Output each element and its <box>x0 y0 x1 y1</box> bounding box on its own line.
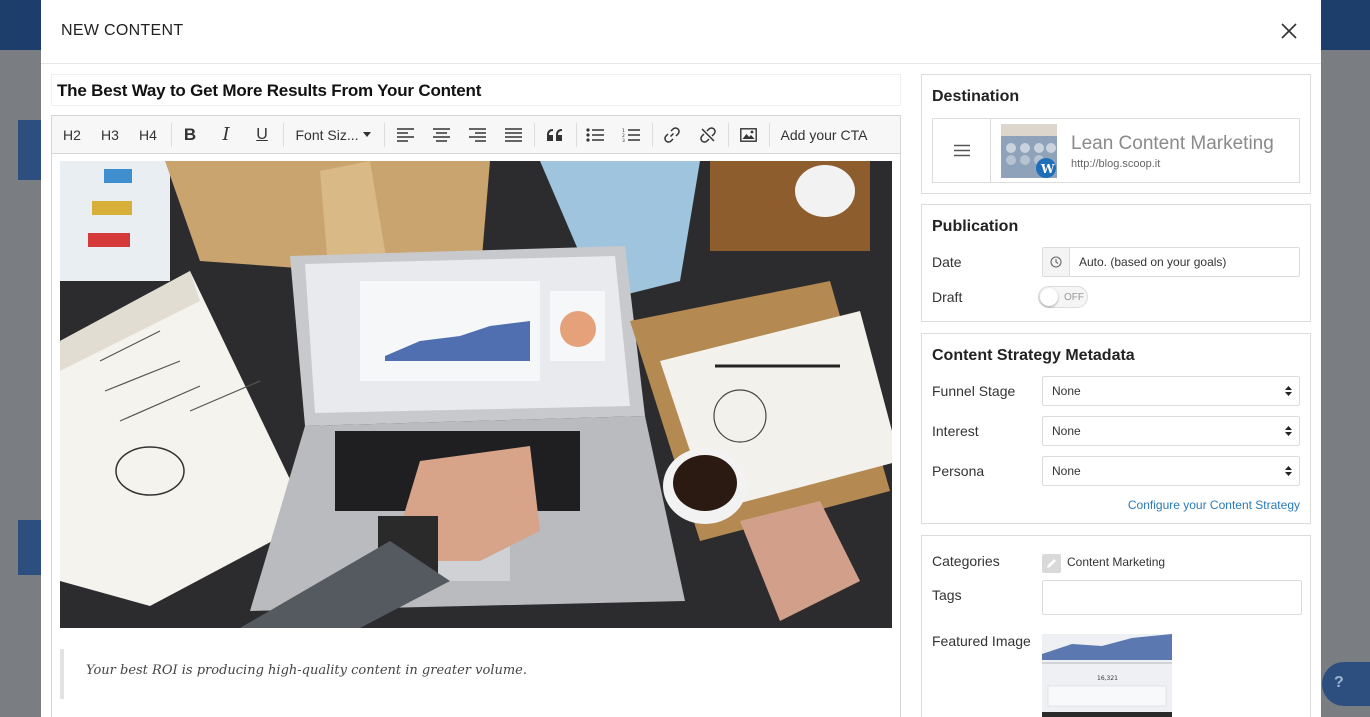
interest-value: None <box>1052 424 1081 438</box>
hamburger-menu-icon[interactable] <box>933 119 991 182</box>
date-value: Auto. (based on your goals) <box>1079 255 1227 269</box>
modal-title: NEW CONTENT <box>61 22 184 39</box>
draft-label: Draft <box>932 289 963 305</box>
editor-toolbar: H2 H3 H4 B I U Font Siz... 1 2 3 Add you… <box>52 116 900 154</box>
svg-text:3: 3 <box>622 138 625 142</box>
draft-state: OFF <box>1064 292 1084 303</box>
svg-text:16,321: 16,321 <box>1097 675 1118 682</box>
featured-image-label: Featured Image <box>932 633 1031 649</box>
add-cta-button[interactable]: Add your CTA <box>776 116 872 153</box>
toggle-knob <box>1040 288 1058 306</box>
content-image[interactable] <box>60 161 892 628</box>
date-label: Date <box>932 254 962 270</box>
select-arrows-icon <box>1285 385 1292 400</box>
numbered-list-icon[interactable]: 123 <box>618 116 644 153</box>
destination-name: Lean Content Marketing <box>1071 133 1274 154</box>
bullet-list-icon[interactable] <box>582 116 608 153</box>
close-icon[interactable] <box>1279 21 1299 41</box>
strategy-panel: Content Strategy Metadata Funnel Stage N… <box>921 333 1311 524</box>
bold-button[interactable]: B <box>176 116 204 153</box>
font-size-label: Font Siz... <box>295 126 359 143</box>
tags-input[interactable] <box>1042 580 1302 615</box>
align-center-icon[interactable] <box>428 116 454 153</box>
interest-label: Interest <box>932 423 979 439</box>
unlink-icon[interactable] <box>695 116 721 153</box>
configure-strategy-link[interactable]: Configure your Content Strategy <box>1128 498 1300 512</box>
image-icon[interactable] <box>735 116 761 153</box>
strategy-title: Content Strategy Metadata <box>932 347 1135 364</box>
background-left-strip <box>0 50 41 717</box>
tags-label: Tags <box>932 587 962 603</box>
categories-label: Categories <box>932 553 1000 569</box>
persona-select[interactable]: None <box>1042 456 1300 486</box>
publication-panel: Publication Date Auto. (based on your go… <box>921 204 1311 322</box>
destination-url: http://blog.scoop.it <box>1071 158 1161 170</box>
destination-thumbnail: W <box>1001 124 1057 178</box>
h4-button[interactable]: H4 <box>132 116 164 153</box>
rich-text-editor[interactable]: H2 H3 H4 B I U Font Siz... 1 2 3 Add you… <box>51 115 901 717</box>
caret-down-icon <box>362 131 371 138</box>
select-arrows-icon <box>1285 425 1292 440</box>
background-right-strip <box>1321 50 1370 717</box>
svg-text:W: W <box>1040 162 1055 176</box>
h3-button[interactable]: H3 <box>94 116 126 153</box>
funnel-stage-select[interactable]: None <box>1042 376 1300 406</box>
funnel-label: Funnel Stage <box>932 383 1016 399</box>
category-label: Content Marketing <box>1067 555 1166 569</box>
align-right-icon[interactable] <box>464 116 490 153</box>
align-justify-icon[interactable] <box>500 116 526 153</box>
help-bubble: ? <box>1322 662 1370 706</box>
new-content-modal: NEW CONTENT The Best Way to Get More Res… <box>41 0 1321 717</box>
persona-value: None <box>1052 464 1081 478</box>
quote-icon[interactable] <box>542 116 568 153</box>
content-title-input[interactable]: The Best Way to Get More Results From Yo… <box>51 74 901 106</box>
h2-button[interactable]: H2 <box>56 116 88 153</box>
modal-header: NEW CONTENT <box>41 0 1321 64</box>
date-field[interactable]: Auto. (based on your goals) <box>1042 247 1300 277</box>
taxonomy-panel: Categories Content Marketing Tags Featur… <box>921 535 1311 717</box>
link-icon[interactable] <box>659 116 685 153</box>
persona-label: Persona <box>932 463 985 479</box>
select-arrows-icon <box>1285 465 1292 480</box>
publication-title: Publication <box>932 218 1019 235</box>
interest-select[interactable]: None <box>1042 416 1300 446</box>
destination-card[interactable]: W Lean Content Marketing http://blog.sco… <box>932 118 1300 183</box>
underline-button[interactable]: U <box>248 116 276 153</box>
featured-image-thumbnail[interactable]: 16,321 <box>1042 634 1172 717</box>
italic-button[interactable]: I <box>212 116 240 153</box>
funnel-value: None <box>1052 384 1081 398</box>
font-size-dropdown[interactable]: Font Siz... <box>290 116 376 153</box>
draft-toggle[interactable]: OFF <box>1038 286 1088 308</box>
destination-panel: Destination W Lean Content Marketing htt… <box>921 74 1311 194</box>
clock-icon <box>1043 248 1070 276</box>
category-checkbox[interactable] <box>1042 554 1061 573</box>
destination-title: Destination <box>932 88 1020 105</box>
blockquote[interactable]: Your best ROI is producing high-quality … <box>60 649 880 699</box>
align-left-icon[interactable] <box>392 116 418 153</box>
